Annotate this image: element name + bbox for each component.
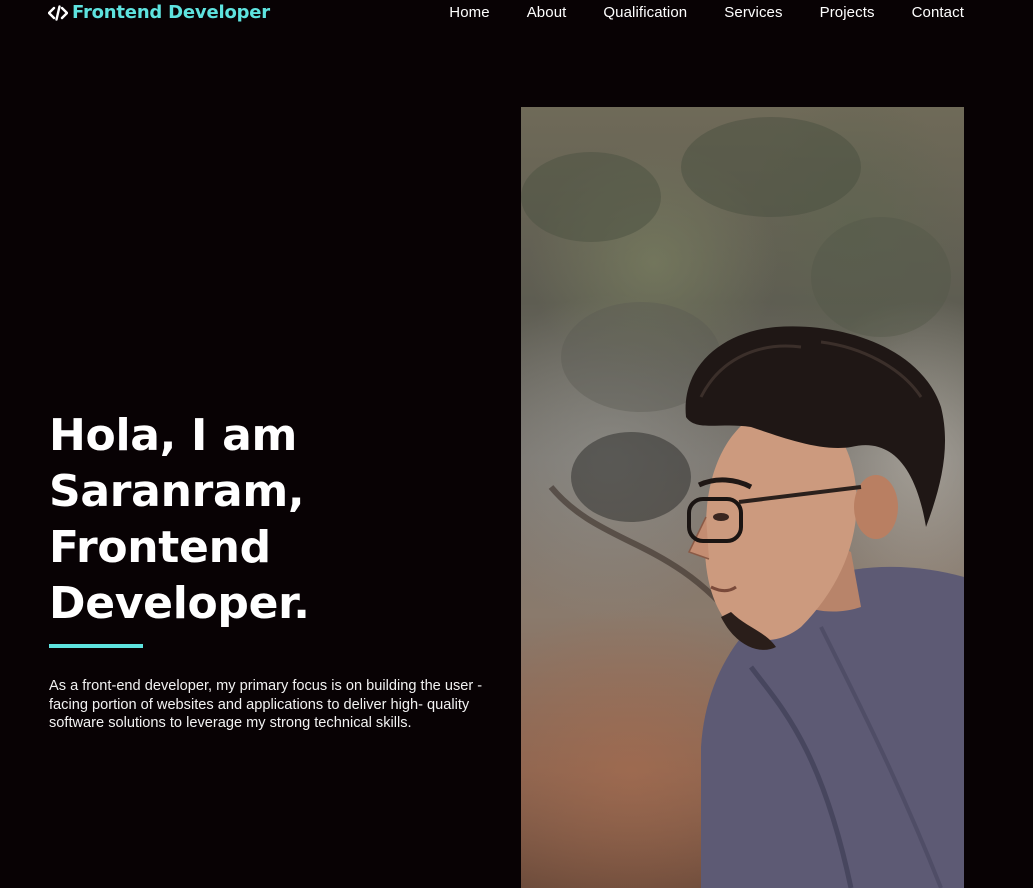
logo-link[interactable]: Frontend Developer bbox=[48, 2, 270, 23]
hero-title-line: Developer. bbox=[49, 578, 310, 629]
nav-link-about[interactable]: About bbox=[527, 4, 567, 21]
main-nav: Home About Qualification Services Projec… bbox=[449, 4, 964, 21]
hero-title-line: Hola, I am bbox=[49, 410, 298, 461]
nav-link-contact[interactable]: Contact bbox=[912, 4, 964, 21]
nav-link-qualification[interactable]: Qualification bbox=[603, 4, 687, 21]
nav-link-projects[interactable]: Projects bbox=[820, 4, 875, 21]
hero-title-line: Saranram, bbox=[49, 466, 305, 517]
title-underline bbox=[49, 644, 143, 648]
logo-text: Frontend Developer bbox=[72, 2, 270, 23]
code-icon bbox=[48, 3, 68, 23]
page: Frontend Developer Home About Qualificat… bbox=[0, 0, 1033, 888]
profile-photo bbox=[521, 107, 964, 888]
hero-description: As a front-end developer, my primary foc… bbox=[49, 678, 483, 731]
hero-title-line: Frontend bbox=[49, 522, 271, 573]
site-header: Frontend Developer Home About Qualificat… bbox=[0, 0, 1033, 28]
portrait-illustration bbox=[521, 117, 964, 888]
nav-link-home[interactable]: Home bbox=[449, 4, 489, 21]
hero-title: Hola, I am Saranram, Frontend Developer. bbox=[49, 408, 469, 632]
nav-link-services[interactable]: Services bbox=[724, 4, 782, 21]
